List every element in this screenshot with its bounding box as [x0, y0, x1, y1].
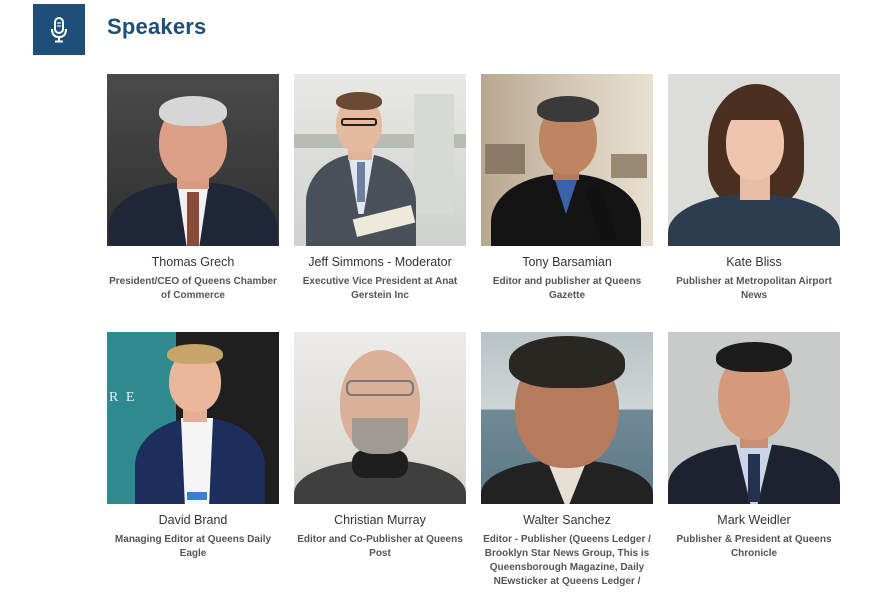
speaker-role: Managing Editor at Queens Daily Eagle	[114, 534, 272, 559]
speaker-role: Publisher at Metropolitan Airport News	[676, 276, 832, 301]
page-title: Speakers	[107, 14, 207, 39]
speaker-role: Editor and publisher at Queens Gazette	[492, 276, 642, 301]
speaker-card[interactable]: Christian Murray Editor and Co-Publisher…	[294, 332, 466, 592]
speaker-role: Publisher & President at Queens Chronicl…	[676, 534, 832, 559]
speaker-role: Executive Vice President at Anat Gerstei…	[302, 276, 458, 301]
speaker-name: Kate Bliss	[726, 255, 782, 269]
speaker-photo	[107, 74, 279, 246]
speaker-photo	[294, 332, 466, 504]
speaker-card[interactable]: Thomas Grech President/CEO of Queens Cha…	[107, 74, 279, 332]
speaker-photo	[481, 332, 653, 504]
speaker-card[interactable]: Mark Weidler Publisher & President at Qu…	[668, 332, 840, 592]
speaker-role: President/CEO of Queens Chamber of Comme…	[109, 276, 277, 301]
speaker-card[interactable]: R E David Brand Managing Editor at Queen…	[107, 332, 279, 592]
speakers-section-icon	[33, 4, 85, 55]
speaker-name: Jeff Simmons - Moderator	[308, 255, 452, 269]
speaker-card[interactable]: Walter Sanchez Editor - Publisher (Queen…	[481, 332, 653, 592]
speaker-name: Tony Barsamian	[522, 255, 612, 269]
speaker-photo	[668, 74, 840, 246]
speaker-role: Editor and Co-Publisher at Queens Post	[297, 534, 463, 559]
speaker-card[interactable]: Tony Barsamian Editor and publisher at Q…	[481, 74, 653, 332]
speaker-name: Christian Murray	[334, 513, 426, 527]
speaker-card[interactable]: Kate Bliss Publisher at Metropolitan Air…	[668, 74, 840, 332]
speaker-photo: R E	[107, 332, 279, 504]
speakers-grid: Thomas Grech President/CEO of Queens Cha…	[107, 74, 847, 592]
speaker-photo	[481, 74, 653, 246]
speaker-name: Walter Sanchez	[523, 513, 611, 527]
speaker-name: Mark Weidler	[717, 513, 791, 527]
speaker-name: Thomas Grech	[151, 255, 235, 269]
speaker-role: Editor - Publisher (Queens Ledger / Broo…	[483, 534, 651, 587]
microphone-icon	[51, 16, 67, 42]
speaker-card[interactable]: Jeff Simmons - Moderator Executive Vice …	[294, 74, 466, 332]
speaker-photo	[294, 74, 466, 246]
photo-background-text: R E	[109, 390, 137, 405]
speaker-photo	[668, 332, 840, 504]
speaker-name: David Brand	[158, 513, 228, 527]
